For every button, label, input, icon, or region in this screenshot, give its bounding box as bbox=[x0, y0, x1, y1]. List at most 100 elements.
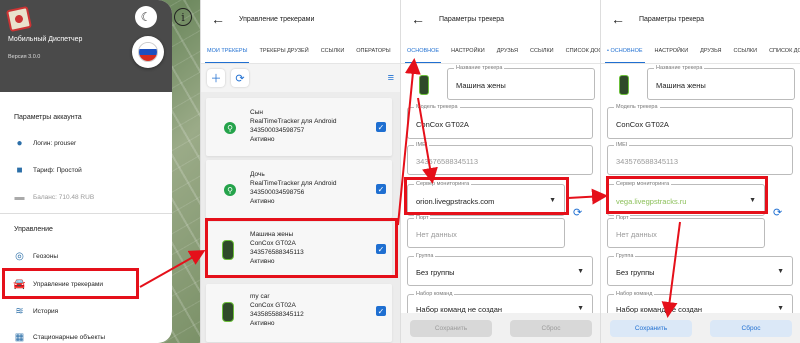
field-label: Модель трекера bbox=[614, 104, 660, 110]
tracker-model-field[interactable]: Модель трекера ConCox GT02A bbox=[607, 104, 793, 139]
field-label: Набор команд bbox=[614, 291, 655, 297]
tab-access-list[interactable]: Список дос bbox=[560, 38, 600, 63]
group-select[interactable]: Группа Без группы ▼ bbox=[607, 253, 793, 286]
tracker-status: Активно bbox=[250, 320, 275, 327]
tracker-card[interactable]: ⚲ Сын RealTimeTracker для Android 343500… bbox=[206, 98, 392, 156]
field-label: Группа bbox=[414, 253, 436, 259]
building-icon: ▦ bbox=[14, 332, 25, 343]
tracker-name-field[interactable]: Название трекера Машина жены bbox=[447, 65, 595, 100]
tab-bar: • Основное Настройки Друзья Ссылки Списо… bbox=[601, 38, 800, 64]
add-button[interactable]: ＋ bbox=[207, 69, 225, 87]
navigation-drawer-screen: i Мобильный Диспетчер Версия 3.0.0 ☾ Пар… bbox=[0, 0, 200, 343]
refresh-icon[interactable]: ⟳ bbox=[573, 206, 582, 219]
login-item[interactable]: ● Логин: prouser bbox=[14, 138, 76, 149]
tracker-device-icon bbox=[419, 75, 429, 95]
app-bar: ← Параметры трекера bbox=[401, 0, 600, 38]
screen-title: Параметры трекера bbox=[439, 15, 505, 23]
field-value: Машина жены bbox=[656, 81, 706, 90]
language-flag-button[interactable] bbox=[132, 36, 164, 68]
tracker-status: Активно bbox=[250, 136, 275, 143]
tab-main[interactable]: • Основное bbox=[601, 38, 649, 63]
app-bar: ← Параметры трекера bbox=[601, 0, 800, 38]
tracker-params-screen: ← Параметры трекера Основное Настройки Д… bbox=[400, 0, 600, 343]
tracker-name: Сын bbox=[250, 109, 263, 116]
tab-my-trackers[interactable]: Мои трекеры bbox=[201, 38, 253, 63]
tracker-imei: 343585588345112 bbox=[250, 311, 304, 318]
tracker-checkbox[interactable]: ✓ bbox=[376, 184, 386, 194]
action-bar: Сохранить Сброс bbox=[401, 313, 600, 343]
field-label: Набор команд bbox=[414, 291, 455, 297]
wallet-icon: ▬ bbox=[14, 192, 25, 203]
screen-title: Параметры трекера bbox=[639, 15, 705, 23]
tracker-imei: 343500034598756 bbox=[250, 189, 305, 196]
moon-icon[interactable]: ☾ bbox=[135, 6, 157, 28]
geofence-icon: ◎ bbox=[15, 251, 24, 262]
group-select[interactable]: Группа Без группы ▼ bbox=[407, 253, 593, 286]
back-arrow-icon[interactable]: ← bbox=[411, 11, 425, 27]
tab-friends-trackers[interactable]: Трекеры друзей bbox=[253, 38, 314, 63]
tab-links[interactable]: Ссылки bbox=[315, 38, 351, 63]
tab-friends[interactable]: Друзья bbox=[694, 38, 727, 63]
field-label: Модель трекера bbox=[414, 104, 460, 110]
person-icon: ● bbox=[16, 138, 23, 149]
reset-button[interactable]: Сброс bbox=[510, 319, 592, 337]
back-arrow-icon[interactable]: ← bbox=[211, 11, 225, 27]
tariff-item[interactable]: ■ Тариф: Простой bbox=[14, 165, 81, 176]
reset-button[interactable]: Сброс bbox=[710, 319, 792, 337]
tracker-name: my car bbox=[250, 293, 270, 300]
field-value: 343576588345113 bbox=[616, 157, 679, 166]
tracker-model: RealTimeTracker для Android bbox=[250, 118, 337, 125]
tracker-card[interactable]: my car ConCox GT02A 343585588345112 Акти… bbox=[206, 284, 392, 342]
tracker-name-field[interactable]: Название трекера Машина жены bbox=[647, 65, 795, 100]
field-label: Группа bbox=[614, 253, 636, 259]
tracker-device-icon bbox=[222, 302, 234, 322]
tracker-model: RealTimeTracker для Android bbox=[250, 180, 337, 187]
sort-icon[interactable]: ≡ bbox=[388, 72, 394, 84]
field-label: Порт bbox=[614, 215, 631, 221]
highlight-frame bbox=[606, 176, 768, 214]
info-icon[interactable]: i bbox=[174, 8, 192, 26]
briefcase-icon: ■ bbox=[16, 165, 23, 176]
save-button[interactable]: Сохранить bbox=[410, 319, 492, 337]
tracker-device-icon bbox=[619, 75, 629, 95]
history-icon: ≋ bbox=[15, 306, 24, 317]
port-field[interactable]: Порт Нет данных bbox=[407, 215, 565, 248]
tab-operators[interactable]: Операторы bbox=[350, 38, 396, 63]
divider bbox=[0, 213, 172, 214]
tracker-checkbox[interactable]: ✓ bbox=[376, 306, 386, 316]
tracker-model-field[interactable]: Модель трекера ConCox GT02A bbox=[407, 104, 593, 139]
tab-links[interactable]: Ссылки bbox=[727, 38, 763, 63]
tab-settings[interactable]: Настройки bbox=[649, 38, 695, 63]
tracker-management-screen: ← Управление трекерами Мои трекеры Треке… bbox=[200, 0, 400, 343]
port-field[interactable]: Порт Нет данных bbox=[607, 215, 765, 248]
menu-item-history[interactable]: ≋ История bbox=[14, 306, 58, 317]
refresh-button[interactable]: ⟳ bbox=[231, 69, 249, 87]
tab-bar: Мои трекеры Трекеры друзей Ссылки Операт… bbox=[201, 38, 400, 64]
tab-links[interactable]: Ссылки bbox=[524, 38, 560, 63]
list-toolbar: ＋ ⟳ ≡ bbox=[201, 64, 400, 92]
tab-access-list[interactable]: Список дос bbox=[763, 38, 800, 63]
menu-item-stationary-objects[interactable]: ▦ Стационарные объекты bbox=[14, 332, 105, 343]
screen-title: Управление трекерами bbox=[239, 15, 315, 23]
tab-settings[interactable]: Настройки bbox=[445, 38, 491, 63]
app-logo bbox=[5, 5, 33, 33]
field-value: Без группы bbox=[616, 268, 655, 277]
menu-item-geozones[interactable]: ◎ Геозоны bbox=[14, 251, 58, 262]
tab-main[interactable]: Основное bbox=[401, 38, 445, 63]
refresh-icon[interactable]: ⟳ bbox=[773, 206, 782, 219]
field-label: Название трекера bbox=[454, 65, 505, 71]
tracker-card[interactable]: ⚲ Дочь RealTimeTracker для Android 34350… bbox=[206, 160, 392, 218]
tracker-status: Активно bbox=[250, 198, 275, 205]
dropdown-arrow-icon: ▼ bbox=[777, 268, 784, 275]
field-value: ConCox GT02A bbox=[616, 120, 669, 129]
field-value: Нет данных bbox=[616, 230, 657, 239]
field-value: 343576588345113 bbox=[416, 157, 479, 166]
back-arrow-icon[interactable]: ← bbox=[611, 11, 625, 27]
tracker-checkbox[interactable]: ✓ bbox=[376, 122, 386, 132]
field-value: ConCox GT02A bbox=[416, 120, 469, 129]
tab-friends[interactable]: Друзья bbox=[491, 38, 524, 63]
manage-section-title: Управление bbox=[14, 226, 53, 233]
balance-item[interactable]: ▬ Баланс: 710.48 RUB bbox=[14, 192, 95, 203]
save-button[interactable]: Сохранить bbox=[610, 319, 692, 337]
imei-field: IMEI 343576588345113 bbox=[607, 142, 793, 175]
